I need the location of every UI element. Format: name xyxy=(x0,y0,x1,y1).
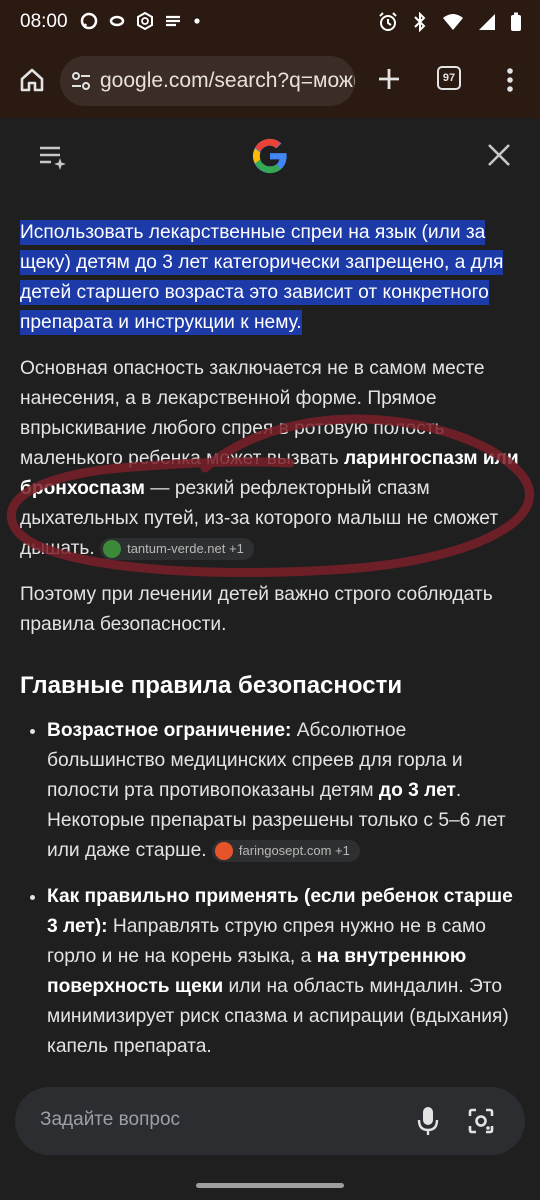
history-sparkle-icon[interactable] xyxy=(38,142,68,170)
lines-icon xyxy=(166,15,180,27)
signal-icon xyxy=(479,14,495,30)
wifi-icon xyxy=(443,14,463,30)
url-text: google.com/search?q=можно xyxy=(100,69,355,92)
close-icon[interactable] xyxy=(486,142,512,168)
address-bar[interactable]: google.com/search?q=можно xyxy=(60,56,355,106)
bluetooth-icon xyxy=(414,12,426,32)
new-tab-button[interactable] xyxy=(372,62,406,96)
status-time: 08:00 xyxy=(20,11,68,32)
more-vert-icon xyxy=(507,68,513,92)
answer-summary: Использовать лекарственные спреи на язык… xyxy=(20,218,525,338)
summary-highlight: Использовать лекарственные спреи на язык… xyxy=(20,220,504,335)
answer-content: Использовать лекарственные спреи на язык… xyxy=(20,218,525,1078)
answer-paragraph-1: Основная опасность заключается не в само… xyxy=(20,354,525,564)
item-title: Возрастное ограничение: xyxy=(47,720,292,741)
panel-header xyxy=(0,118,540,196)
status-bar: 08:00 xyxy=(0,0,540,44)
lens-camera-icon[interactable] xyxy=(467,1107,495,1135)
browser-toolbar: google.com/search?q=можно 97 xyxy=(0,44,540,118)
chip-label: faringosept.com +1 xyxy=(238,842,350,858)
mic-icon[interactable] xyxy=(415,1105,441,1137)
gesture-home-indicator[interactable] xyxy=(196,1183,344,1188)
status-right-icons xyxy=(378,12,522,32)
list-item: Как правильно применять (если ребенок ст… xyxy=(47,882,525,1062)
chip-label: tantum-verde.net +1 xyxy=(127,540,244,556)
ask-placeholder: Задайте вопрос xyxy=(40,1109,181,1130)
plus-icon xyxy=(379,69,399,89)
google-g-logo xyxy=(252,138,287,174)
item-bold: до 3 лет xyxy=(378,780,456,801)
home-icon xyxy=(20,68,44,92)
faringosept-favicon-icon xyxy=(214,841,233,860)
tantum-favicon-icon xyxy=(103,539,122,558)
ai-answer-panel: Использовать лекарственные спреи на язык… xyxy=(0,118,540,1200)
site-settings-icon[interactable] xyxy=(70,70,92,92)
overflow-menu-button[interactable] xyxy=(496,62,524,98)
status-left-icons xyxy=(80,12,202,30)
messenger-icon xyxy=(80,12,98,30)
source-chip-tantum[interactable]: tantum-verde.net +1 xyxy=(100,537,254,560)
battery-icon xyxy=(511,12,521,31)
list-item: Возрастное ограничение: Абсолютное больш… xyxy=(47,716,525,866)
rules-list: Возрастное ограничение: Абсолютное больш… xyxy=(20,716,525,1062)
answer-paragraph-2: Поэтому при лечении детей важно строго с… xyxy=(20,584,493,635)
dot-icon xyxy=(194,18,200,24)
tab-switcher-button[interactable]: 97 xyxy=(437,66,461,90)
section-heading: Главные правила безопасности xyxy=(20,672,403,699)
alarm-icon xyxy=(379,12,397,31)
home-button[interactable] xyxy=(14,62,50,98)
ask-input[interactable]: Задайте вопрос xyxy=(15,1087,525,1155)
hexagon-icon xyxy=(137,12,153,30)
source-chip-faringosept[interactable]: faringosept.com +1 xyxy=(211,839,360,862)
ring-icon xyxy=(109,15,125,27)
